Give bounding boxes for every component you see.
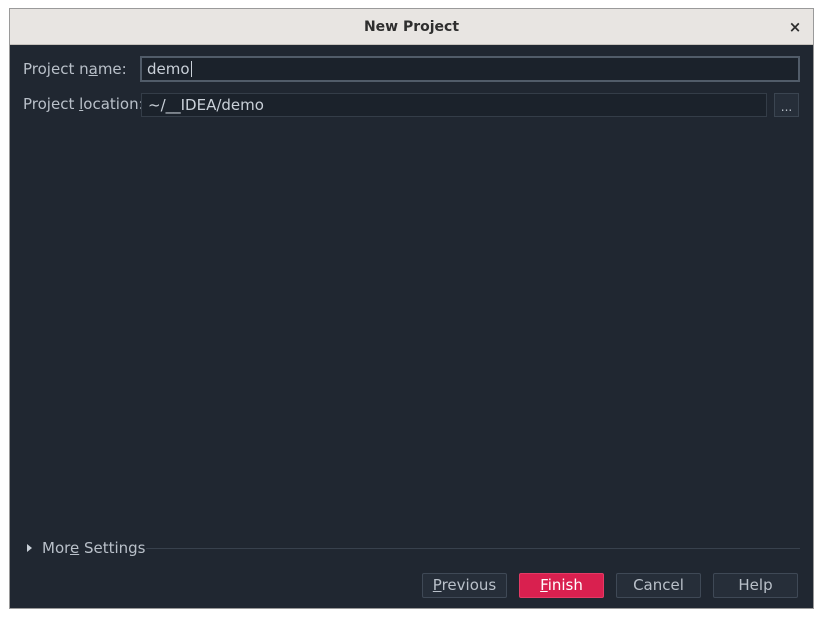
text-caret: [190, 61, 192, 77]
project-location-value: ~/__IDEA/demo: [148, 96, 264, 114]
previous-label: revious: [441, 576, 497, 594]
more-settings-separator: [146, 548, 800, 549]
project-name-label: Project name:: [23, 60, 127, 78]
project-location-label-pre: Project: [23, 95, 80, 113]
expand-triangle-icon: [27, 544, 32, 552]
project-name-label-mnemonic: a: [88, 60, 98, 78]
help-button[interactable]: Help: [713, 573, 798, 598]
project-location-label: Project location:: [23, 95, 144, 113]
more-settings-pre: Mor: [42, 539, 70, 557]
dialog-title: New Project: [363, 19, 460, 35]
finish-mnemonic: F: [540, 576, 548, 594]
title-bar[interactable]: New Project ×: [10, 9, 813, 45]
new-project-dialog: New Project × Project name: demo Project…: [9, 8, 814, 609]
previous-mnemonic: P: [432, 576, 442, 594]
project-name-input[interactable]: demo: [140, 56, 800, 82]
project-name-value: demo: [147, 60, 190, 78]
browse-button[interactable]: ...: [774, 93, 799, 117]
project-location-input[interactable]: ~/__IDEA/demo: [141, 93, 767, 117]
finish-label: inish: [547, 576, 583, 594]
project-location-label-post: ocation:: [83, 95, 144, 113]
previous-button[interactable]: Previous: [422, 573, 507, 598]
more-settings-toggle[interactable]: More Settings: [27, 539, 146, 557]
project-name-label-post: me:: [97, 60, 127, 78]
more-settings-post: Settings: [79, 539, 146, 557]
more-settings-mnemonic: e: [69, 539, 80, 557]
close-icon[interactable]: ×: [783, 15, 807, 39]
cancel-button[interactable]: Cancel: [616, 573, 701, 598]
project-name-label-pre: Project n: [23, 60, 89, 78]
finish-button[interactable]: Finish: [519, 573, 604, 598]
